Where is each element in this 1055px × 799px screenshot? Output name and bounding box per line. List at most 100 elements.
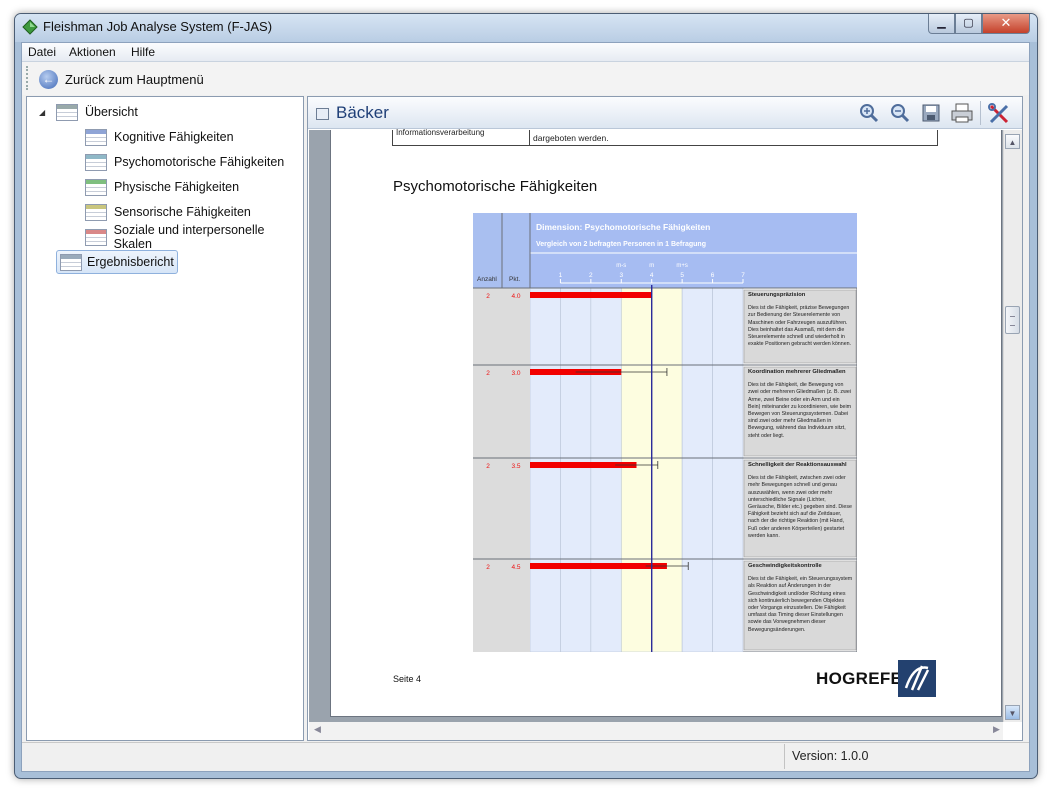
scale-tick-label: 6 xyxy=(711,272,715,279)
tree-item-label: Psychomotorische Fähigkeiten xyxy=(114,155,285,169)
row-left-cells xyxy=(473,365,530,458)
scale-tick-label: 2 xyxy=(589,272,593,279)
thumb-grip xyxy=(1010,316,1015,326)
chart-title: Dimension: Psychomotorische Fähigkeiten xyxy=(536,222,710,232)
maximize-button[interactable]: ▢ xyxy=(955,14,982,34)
physical-report-icon xyxy=(85,178,107,196)
scale-marker-label: m xyxy=(649,263,654,269)
minimize-button[interactable]: ▁ xyxy=(928,14,955,34)
toolbar-grip[interactable] xyxy=(26,66,29,90)
row-points: 3.5 xyxy=(511,463,520,470)
status-separator xyxy=(784,744,785,769)
scroll-right-button[interactable]: ▶ xyxy=(993,724,1000,735)
version-label: Version: 1.0.0 xyxy=(792,749,869,763)
navigation-tree: ◢ Übersicht Kognitive Fähigkeiten Psycho… xyxy=(26,96,304,741)
save-icon[interactable] xyxy=(920,103,942,123)
scale-band xyxy=(590,287,622,652)
scale-band xyxy=(620,287,653,652)
row-left-cells xyxy=(473,288,530,365)
horizontal-scrollbar[interactable] xyxy=(309,722,1003,740)
description-text: Steuerungspräzision Dies ist die Fähigkei… xyxy=(748,292,852,348)
table-divider xyxy=(529,130,530,146)
overview-icon xyxy=(56,103,78,121)
page-number: Seite 4 xyxy=(393,674,422,684)
scale-marker-label: m-s xyxy=(616,263,626,269)
menu-hilfe[interactable]: Hilfe xyxy=(131,45,155,59)
row-points: 3.0 xyxy=(511,370,520,377)
panel-title: Bäcker xyxy=(336,103,389,122)
zoom-in-icon[interactable] xyxy=(858,103,880,123)
description-text: Koordination mehrerer Gliedmaßen Dies ist… xyxy=(748,369,852,439)
back-to-main-menu-button[interactable]: Zurück zum Hauptmenü xyxy=(65,72,204,87)
publisher-logo-text: HOGREFE xyxy=(816,669,903,688)
tools-icon[interactable] xyxy=(988,103,1010,124)
tree-item-kognitive[interactable]: Kognitive Fähigkeiten xyxy=(85,126,234,148)
psychomotor-report-icon xyxy=(85,153,107,171)
ability-name: Geschwindigkeitskontrolle xyxy=(748,563,822,569)
social-report-icon xyxy=(85,228,107,246)
report-panel-header xyxy=(308,97,1022,129)
hogrefe-logo-icon xyxy=(898,660,936,697)
tree-item-label: Physische Fähigkeiten xyxy=(114,180,240,194)
scale-tick-label: 1 xyxy=(559,272,563,279)
row-count: 2 xyxy=(486,370,490,377)
col-header-anzahl: Anzahl xyxy=(477,276,497,283)
tree-item-label: Sensorische Fähigkeiten xyxy=(114,205,251,219)
tree-item-physische[interactable]: Physische Fähigkeiten xyxy=(85,176,239,198)
scale-band xyxy=(529,287,561,652)
print-icon[interactable] xyxy=(951,103,973,123)
status-bar xyxy=(22,742,1029,771)
menu-aktionen[interactable]: Aktionen xyxy=(69,45,116,59)
value-bar xyxy=(530,292,652,298)
scroll-left-button[interactable]: ◀ xyxy=(314,724,321,735)
tree-item-psychomotorische[interactable]: Psychomotorische Fähigkeiten xyxy=(85,151,284,173)
tree-expander-icon[interactable]: ◢ xyxy=(39,108,56,117)
tree-item-label: Übersicht xyxy=(85,105,138,119)
tree-item-soziale[interactable]: Soziale und interpersonelle Skalen xyxy=(85,223,303,251)
toolbar-separator xyxy=(980,101,981,125)
description-text: Geschwindigkeitskontrolle Dies ist die Fä… xyxy=(748,563,852,633)
tree-item-label: Kognitive Fähigkeiten xyxy=(114,130,234,144)
ability-description: Dies ist die Fähigkeit, die Bewegung von… xyxy=(748,382,852,439)
zoom-out-icon[interactable] xyxy=(889,103,911,123)
row-count: 2 xyxy=(486,564,490,571)
scale-band xyxy=(651,287,683,652)
cognitive-report-icon xyxy=(85,128,107,146)
scale-tick-label: 5 xyxy=(680,272,684,279)
ability-name: Steuerungspräzision xyxy=(748,292,806,298)
previous-cell-left: Informationsverarbeitung xyxy=(396,128,485,137)
close-button[interactable]: ✕ xyxy=(982,14,1030,34)
vertical-scroll-thumb[interactable] xyxy=(1005,306,1020,334)
document-icon xyxy=(316,108,329,120)
scale-band xyxy=(560,287,592,652)
previous-cell-right: dargeboten werden. xyxy=(533,133,609,143)
back-arrow-icon[interactable]: ← xyxy=(39,70,58,89)
ability-profile-chart: Dimension: Psychomotorische Fähigkeiten V… xyxy=(473,213,857,652)
scale-tick-label: 7 xyxy=(741,272,745,279)
tree-item-label: Soziale und interpersonelle Skalen xyxy=(113,223,265,251)
tree-item-uebersicht[interactable]: ◢ Übersicht xyxy=(39,101,138,123)
sensory-report-icon xyxy=(85,203,107,221)
result-report-icon xyxy=(60,253,82,271)
row-points: 4.5 xyxy=(511,564,520,571)
row-left-cells xyxy=(473,559,530,652)
tree-item-sensorische[interactable]: Sensorische Fähigkeiten xyxy=(85,201,251,223)
scroll-down-button[interactable]: ▼ xyxy=(1005,705,1020,720)
vertical-scrollbar[interactable] xyxy=(1003,130,1022,722)
row-count: 2 xyxy=(486,293,490,300)
scroll-up-button[interactable]: ▲ xyxy=(1005,134,1020,149)
scale-tick-label: 3 xyxy=(619,272,623,279)
tree-item-label: Ergebnisbericht xyxy=(87,255,174,269)
chart-subtitle: Vergleich von 2 befragten Personen in 1 … xyxy=(536,241,706,248)
row-left-cells xyxy=(473,458,530,559)
scale-band xyxy=(712,287,744,652)
tree-item-ergebnisbericht[interactable]: Ergebnisbericht xyxy=(56,250,178,274)
ability-name: Koordination mehrerer Gliedmaßen xyxy=(748,369,846,375)
menu-bar xyxy=(22,43,1029,62)
menu-datei[interactable]: Datei xyxy=(28,45,56,59)
row-count: 2 xyxy=(486,463,490,470)
app-diamond-icon xyxy=(22,19,38,35)
scale-marker-label: m+s xyxy=(676,263,688,269)
ability-description: Dies ist die Fähigkeit, präzise Bewegung… xyxy=(748,305,852,348)
row-points: 4.0 xyxy=(511,293,520,300)
